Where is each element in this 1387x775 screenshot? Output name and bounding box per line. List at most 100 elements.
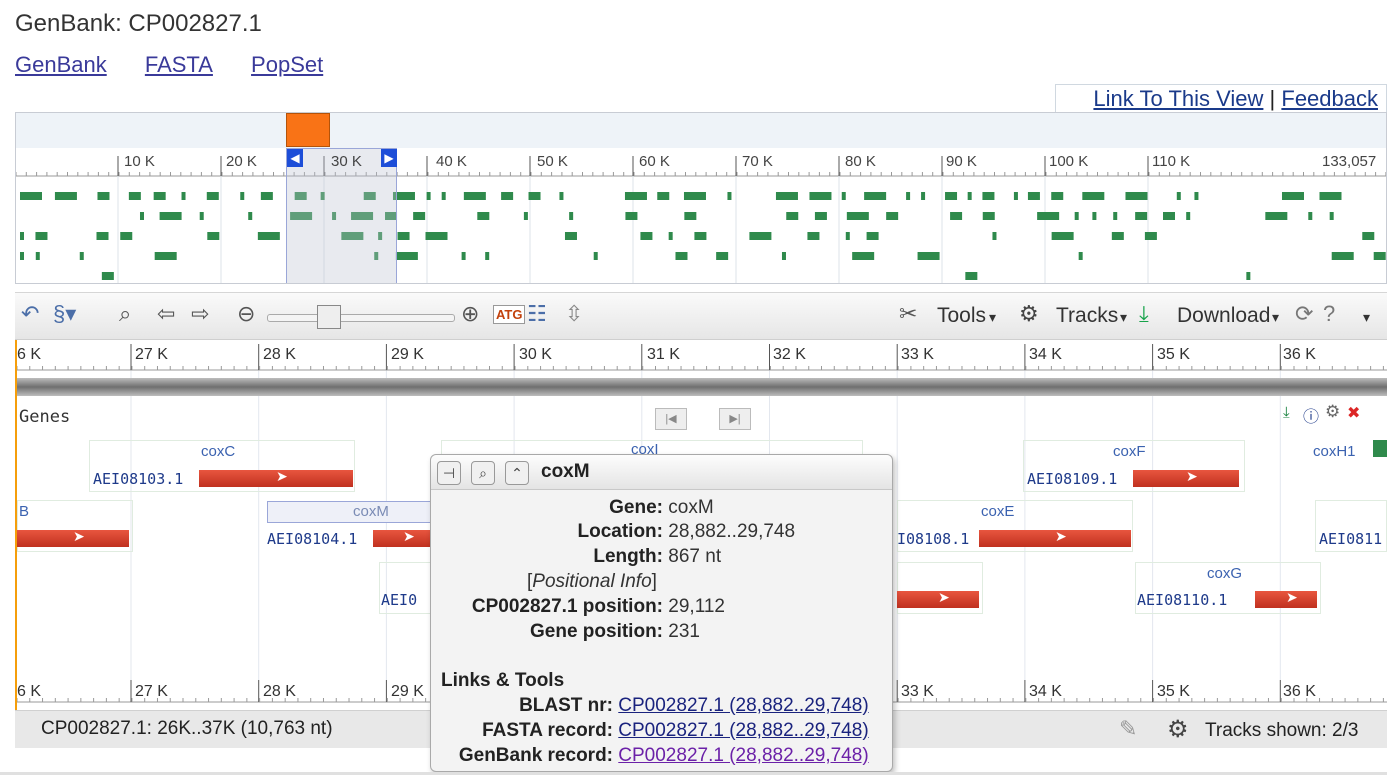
overview-gene-mark (240, 192, 245, 200)
zoom-to-feature-icon[interactable]: ⌕ (471, 461, 495, 485)
sequence-bar[interactable] (17, 378, 1387, 396)
overview-gene-mark (248, 212, 253, 220)
overview-gene-mark (593, 252, 598, 260)
gene-name-label: coxF (1113, 443, 1146, 460)
overview-gene-mark (463, 192, 486, 200)
undo-icon[interactable]: ↶ (21, 301, 39, 327)
overview-gene-mark (79, 252, 84, 260)
download-icon[interactable]: ⤓ (1139, 301, 1149, 327)
gene-name-label: coxM (353, 503, 389, 520)
collapse-icon[interactable]: ⇳ (565, 301, 583, 327)
overview-gene-mark (35, 252, 40, 260)
tools-menu[interactable]: Tools (937, 304, 986, 328)
chevron-down-icon[interactable]: ▾ (1363, 309, 1370, 326)
ruler-tick: 36 K (1283, 346, 1316, 363)
pin-icon[interactable]: ⊣ (437, 461, 461, 485)
sequence-atg-icon[interactable]: ATG (493, 305, 526, 324)
sequence-link-icon[interactable]: §▾ (53, 301, 76, 327)
tools-icon[interactable]: ✂ (899, 301, 917, 327)
chevron-down-icon[interactable]: ▾ (989, 309, 996, 326)
overview-left-handle-icon[interactable]: ◀ (287, 149, 303, 167)
tracks-menu[interactable]: Tracks (1056, 304, 1118, 328)
overview-tick: 100 K (1049, 153, 1089, 170)
overview-gene-mark (1281, 192, 1304, 200)
overview-position-marker[interactable] (286, 113, 330, 147)
overview-gene-mark (845, 232, 850, 240)
zoom-out-icon[interactable]: ⊖ (237, 301, 255, 327)
tab-genbank[interactable]: GenBank (15, 52, 107, 77)
gene-id-label: AEI0811 (1319, 530, 1383, 548)
tab-bar: GenBank FASTA PopSet (15, 52, 355, 78)
gear-icon[interactable]: ⚙ (1019, 301, 1039, 327)
prev-feature-button[interactable]: |◀ (655, 408, 687, 430)
search-icon[interactable]: ⌕ (119, 301, 131, 327)
overview-gene-mark (694, 232, 707, 240)
overview-gene-mark (727, 192, 732, 200)
overview-tick: 40 K (436, 153, 467, 170)
overview-gene-mark (1265, 212, 1288, 220)
next-feature-button[interactable]: ▶| (719, 408, 751, 430)
track-download-icon[interactable]: ⤓ (1283, 404, 1290, 421)
refresh-icon[interactable]: ⟳ (1295, 301, 1313, 327)
overview-gene-mark (1308, 212, 1313, 220)
gear-icon[interactable]: ⚙ (1167, 715, 1189, 744)
gene-arrow[interactable] (373, 528, 433, 547)
overview-gene-mark (96, 232, 109, 240)
fasta-record-link[interactable]: CP002827.1 (28,882..29,748) (618, 720, 868, 741)
track-close-icon[interactable]: ✖ (1347, 403, 1360, 423)
overview-gene-mark (906, 192, 911, 200)
edit-icon[interactable]: ✎ (1119, 716, 1137, 742)
overview-right-handle-icon[interactable]: ▶ (381, 149, 397, 167)
overview-panel[interactable]: ◀ ▶ 10 K 20 K 30 K 40 K 50 K 60 K 70 K 8… (15, 112, 1387, 284)
ruler-tick: 29 K (391, 683, 424, 700)
link-separator: | (1269, 86, 1276, 111)
help-icon[interactable]: ? (1323, 301, 1335, 327)
zoom-slider[interactable] (267, 314, 455, 322)
gene-arrow[interactable] (897, 589, 979, 608)
gene-arrow[interactable] (1133, 468, 1239, 487)
chevron-down-icon[interactable]: ▾ (1272, 309, 1279, 326)
blast-link[interactable]: CP002827.1 (28,882..29,748) (618, 695, 868, 716)
track-settings-icon[interactable]: ☷ (527, 301, 547, 327)
gene-arrow[interactable] (199, 468, 353, 487)
gene-arrow[interactable] (979, 528, 1131, 547)
overview-gene-mark (1078, 252, 1083, 260)
overview-gene-mark (559, 192, 564, 200)
overview-gene-mark (426, 192, 431, 200)
popup-key: Length: (593, 546, 663, 567)
gene-arrow[interactable] (1255, 589, 1317, 608)
link-to-this-view[interactable]: Link To This View (1093, 86, 1263, 111)
download-menu[interactable]: Download (1177, 304, 1270, 328)
track-settings-gear-icon[interactable]: ⚙ (1325, 402, 1340, 422)
selected-gene-highlight[interactable] (267, 501, 437, 523)
gene-id-label: AEI08110.1 (1137, 591, 1228, 609)
ruler-tick: 36 K (1283, 683, 1316, 700)
zoom-in-icon[interactable]: ⊕ (461, 301, 479, 327)
collapse-popup-icon[interactable]: ⌃ (505, 461, 529, 485)
overview-gene-mark (965, 272, 978, 280)
overview-tick: 50 K (537, 153, 568, 170)
overview-gene-mark (461, 252, 466, 260)
overview-gene-mark (945, 192, 958, 200)
track-info-icon[interactable]: ⓘ (1303, 403, 1319, 427)
feedback-link[interactable]: Feedback (1281, 86, 1378, 111)
gene-arrow[interactable] (17, 528, 129, 547)
overview-gene-mark (397, 232, 410, 240)
overview-band[interactable] (16, 113, 1386, 148)
overview-gene-mark (841, 192, 846, 200)
gene-arrow[interactable] (1373, 440, 1387, 457)
overview-gene-mark (1331, 252, 1354, 260)
overview-gene-mark (206, 192, 219, 200)
zoom-slider-handle[interactable] (317, 305, 341, 329)
popup-key: GenBank record: (458, 745, 613, 766)
ruler-tick: 35 K (1157, 346, 1190, 363)
chevron-down-icon[interactable]: ▾ (1120, 309, 1127, 326)
tab-popset[interactable]: PopSet (251, 52, 323, 77)
overview-gene-mark (101, 272, 114, 280)
track-label: Genes (19, 407, 71, 427)
genbank-record-link[interactable]: CP002827.1 (28,882..29,748) (618, 745, 868, 766)
tab-fasta[interactable]: FASTA (145, 52, 213, 77)
pan-left-icon[interactable]: ⇦ (157, 301, 175, 327)
pan-right-icon[interactable]: ⇨ (191, 301, 209, 327)
overview-gene-mark (1074, 212, 1079, 220)
